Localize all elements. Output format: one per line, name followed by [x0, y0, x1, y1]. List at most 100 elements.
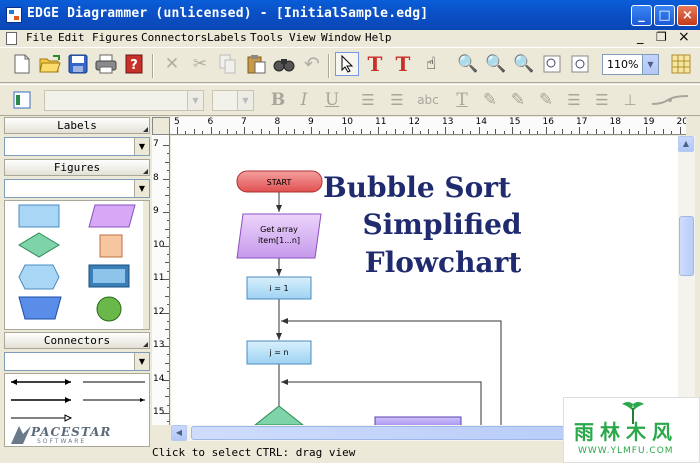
text-tool-icon[interactable]: T	[391, 52, 415, 76]
i-init-node[interactable]: i = 1	[246, 276, 312, 300]
text-color-icon[interactable]: T	[450, 88, 474, 112]
connectors-combo[interactable]: ▼	[4, 352, 150, 371]
h-ruler-tick	[579, 127, 580, 134]
menu-view[interactable]: View	[289, 31, 316, 44]
text-label-icon[interactable]: T	[363, 52, 387, 76]
chevron-down-icon[interactable]: ▼	[237, 91, 253, 110]
chevron-down-icon[interactable]: ▼	[134, 353, 149, 370]
vertical-scroll-thumb[interactable]	[679, 216, 694, 276]
thin-arrow-connector[interactable]	[83, 398, 145, 402]
print-icon[interactable]	[94, 52, 118, 76]
font-size-combo[interactable]: ▼	[212, 90, 254, 111]
swap-node[interactable]	[374, 416, 462, 425]
menu-window[interactable]: Window	[321, 31, 361, 44]
arrow-style-icon[interactable]: ⊥	[618, 88, 642, 112]
zoom-icon[interactable]: 🔍	[456, 52, 480, 76]
v-ruler-label: 10	[153, 239, 165, 250]
shadow-icon[interactable]: ✎	[534, 88, 558, 112]
labels-panel-header[interactable]: Labels	[4, 117, 150, 134]
scroll-left-button[interactable]: ◀	[171, 425, 187, 441]
hexagon-figure[interactable]	[18, 264, 60, 290]
maximize-button[interactable]: □	[654, 5, 675, 26]
menu-help[interactable]: Help	[365, 31, 392, 44]
figures-combo[interactable]: ▼	[4, 179, 150, 198]
connectors-panel-header[interactable]: Connectors	[4, 332, 150, 349]
figures-scrollbar[interactable]	[143, 201, 149, 329]
line-width-icon[interactable]: ☰	[590, 88, 614, 112]
close-button[interactable]: ×	[677, 5, 698, 26]
italic-icon[interactable]: I	[292, 88, 316, 112]
diagram-canvas[interactable]: START Get array item[1...n] i = 1 j = n	[171, 136, 678, 425]
paste-icon[interactable]	[244, 52, 268, 76]
menu-tools[interactable]: Tools	[250, 31, 283, 44]
edit-points-icon[interactable]: ☝	[419, 52, 443, 76]
zoom-out-icon[interactable]: 🔍	[512, 52, 536, 76]
zoom-fit-icon[interactable]	[540, 52, 564, 76]
align-left-icon[interactable]: ☰	[356, 88, 380, 112]
zoom-page-icon[interactable]	[568, 52, 592, 76]
line-style-icon[interactable]: ☰	[562, 88, 586, 112]
h-ruler-tick	[637, 131, 639, 134]
zoom-in-icon[interactable]: 🔍	[484, 52, 508, 76]
figures-panel-header[interactable]: Figures	[4, 159, 150, 176]
connector-style-icon[interactable]	[648, 88, 692, 112]
zoom-combo[interactable]: 110% ▼	[602, 54, 659, 75]
parallelogram-figure[interactable]	[88, 204, 136, 228]
menu-edit[interactable]: Edit	[58, 31, 85, 44]
diamond-figure[interactable]	[18, 232, 60, 258]
text-style-icon[interactable]: abc	[414, 88, 442, 112]
start-node[interactable]: START	[236, 170, 323, 193]
menu-file[interactable]: File	[26, 31, 53, 44]
mdi-minimize-button[interactable]: _	[637, 30, 644, 45]
app-icon[interactable]	[6, 7, 22, 23]
chevron-down-icon[interactable]: ▼	[134, 180, 149, 197]
chevron-down-icon[interactable]: ▼	[134, 138, 149, 155]
menu-figures[interactable]: Figures	[92, 31, 138, 44]
j-init-node[interactable]: j = n	[246, 340, 312, 365]
circle-figure[interactable]	[96, 296, 122, 322]
underline-icon[interactable]: U	[320, 88, 344, 112]
font-name-combo[interactable]: ▼	[44, 90, 204, 111]
minimize-button[interactable]: _	[631, 5, 652, 26]
h-ruler-label: 15	[509, 117, 521, 127]
document-icon[interactable]	[6, 32, 17, 45]
trapezoid-figure[interactable]	[18, 296, 62, 320]
line-color-icon[interactable]: ✎	[506, 88, 530, 112]
decision-node[interactable]	[254, 405, 304, 425]
undo-icon[interactable]: ↶	[300, 52, 324, 76]
fill-color-icon[interactable]: ✎	[478, 88, 502, 112]
open-folder-icon[interactable]	[38, 52, 62, 76]
h-ruler-label: 12	[408, 117, 420, 127]
mdi-close-button[interactable]: ×	[678, 29, 690, 45]
open-arrow-connector[interactable]	[11, 414, 73, 422]
get-array-node[interactable]: Get array item[1...n]	[236, 213, 322, 259]
select-pointer-icon[interactable]	[335, 52, 359, 76]
bold-icon[interactable]: B	[266, 88, 290, 112]
panel-toggle-icon[interactable]	[10, 88, 34, 112]
arrow-connector[interactable]	[11, 397, 71, 403]
shaded-rectangle-figure[interactable]	[88, 264, 130, 288]
scroll-up-button[interactable]: ▲	[678, 136, 694, 152]
horizontal-scroll-thumb[interactable]	[191, 426, 571, 440]
cut-icon[interactable]: ✂	[188, 52, 212, 76]
h-ruler-label: 6	[207, 117, 214, 127]
delete-icon[interactable]: ✕	[160, 52, 184, 76]
double-arrow-connector[interactable]	[11, 379, 71, 385]
save-icon[interactable]	[66, 52, 90, 76]
align-center-icon[interactable]: ☰	[385, 88, 409, 112]
grid-icon[interactable]	[669, 52, 693, 76]
menu-connectors[interactable]: Connectors	[141, 31, 207, 44]
vertical-scrollbar[interactable]: ▲ ▼	[678, 136, 695, 425]
diagram-title[interactable]: Bubble Sort Simplified Flowchart	[323, 171, 522, 279]
menu-labels[interactable]: Labels	[207, 31, 247, 44]
find-icon[interactable]	[272, 52, 296, 76]
chevron-down-icon[interactable]: ▼	[642, 55, 658, 74]
labels-combo[interactable]: ▼	[4, 137, 150, 156]
copy-icon[interactable]	[216, 52, 240, 76]
mdi-restore-button[interactable]: ❐	[656, 30, 667, 44]
new-file-icon[interactable]	[10, 52, 34, 76]
rectangle-figure[interactable]	[18, 204, 60, 228]
chevron-down-icon[interactable]: ▼	[187, 91, 203, 110]
square-figure[interactable]	[99, 234, 123, 258]
help-book-icon[interactable]: ?	[122, 52, 146, 76]
